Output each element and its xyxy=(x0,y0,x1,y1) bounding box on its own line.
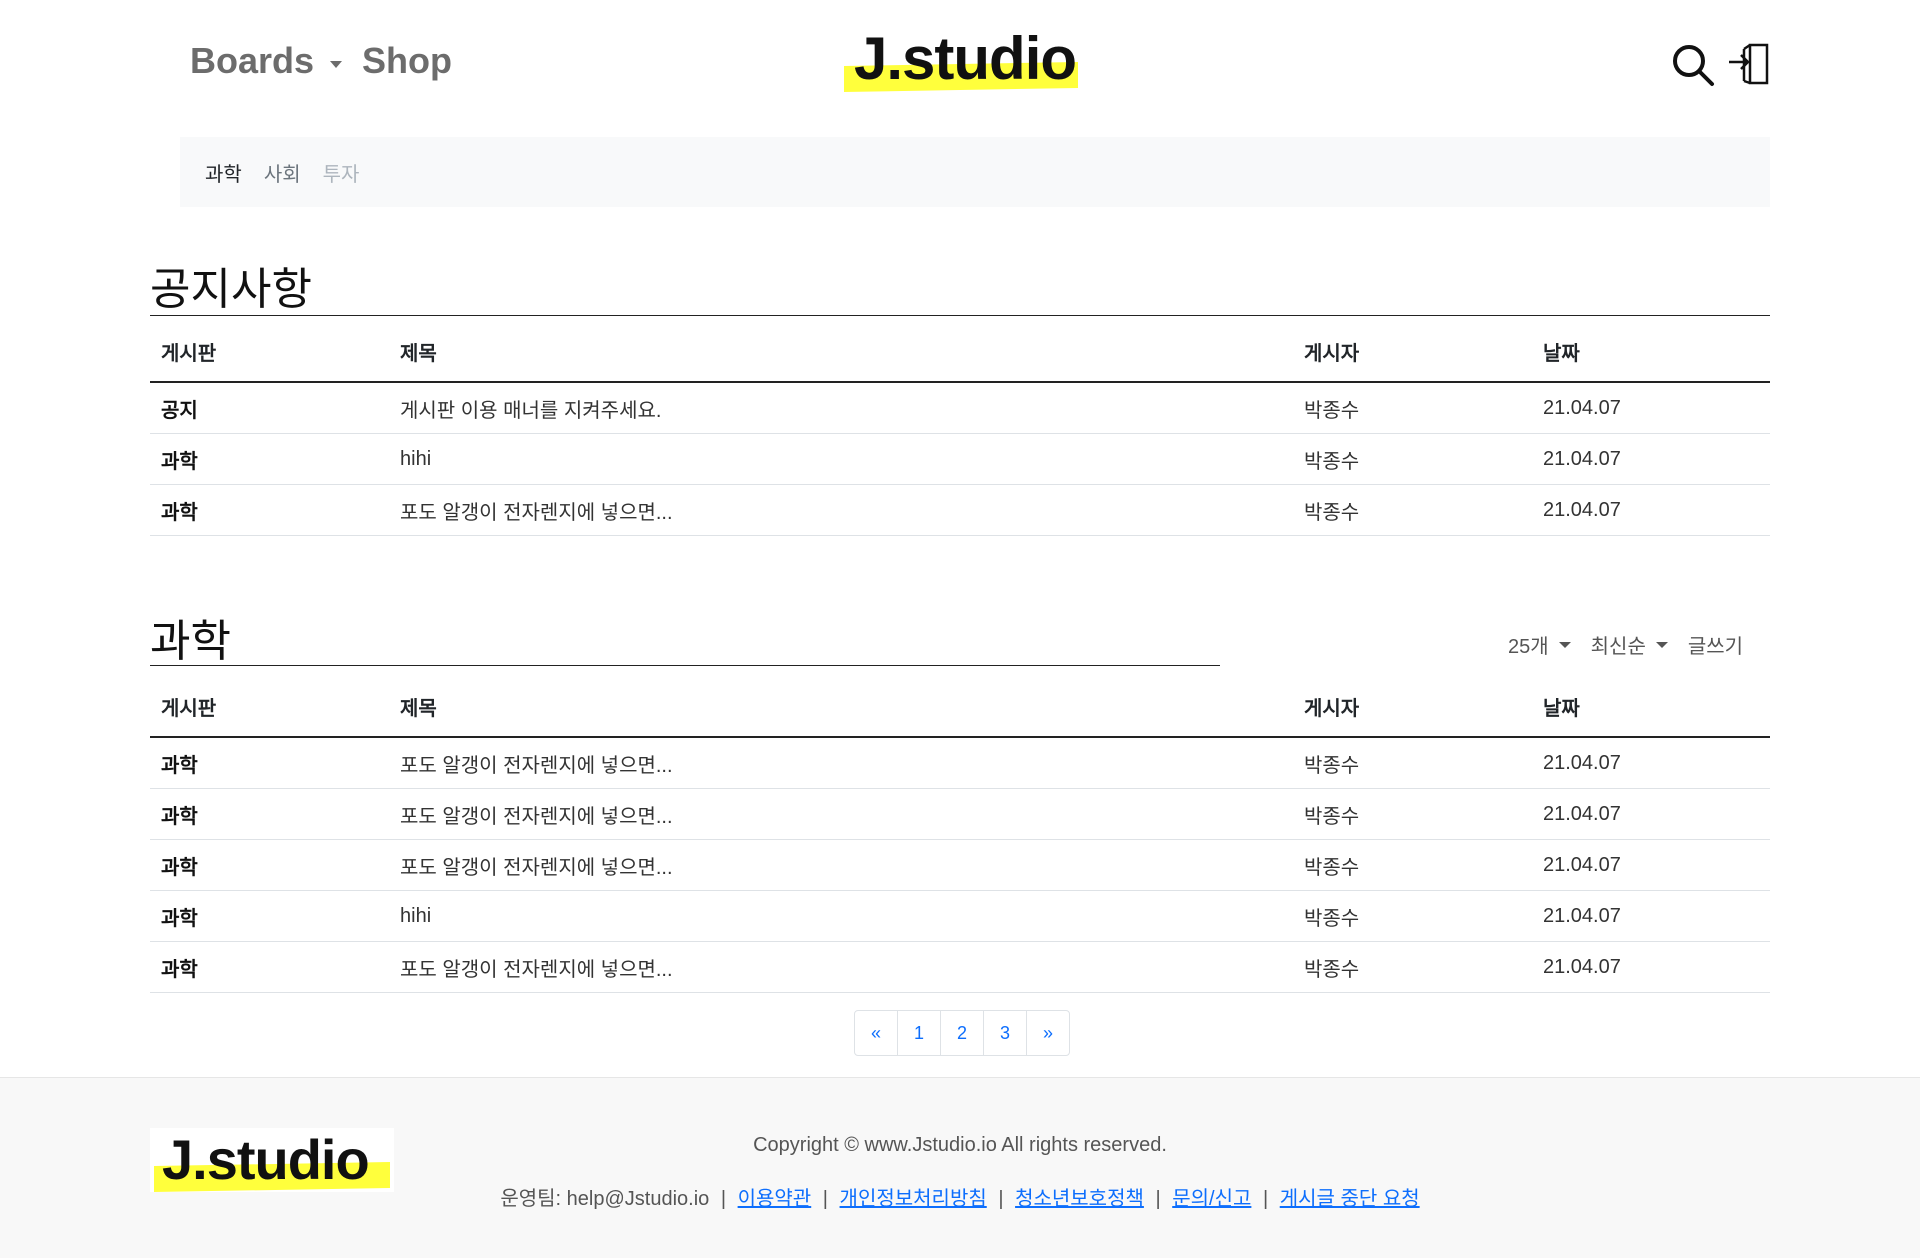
table-row[interactable]: 과학 hihi 박종수 21.04.07 xyxy=(150,890,1770,942)
logo-text: J.studio xyxy=(854,25,1077,92)
table-row[interactable]: 과학 포도 알갱이 전자렌지에 넣으면... 박종수 21.04.07 xyxy=(150,941,1770,993)
notice-title: 공지사항 xyxy=(150,265,312,314)
row-author: 박종수 xyxy=(1293,839,1532,891)
row-author: 박종수 xyxy=(1293,941,1532,993)
category-society[interactable]: 사회 xyxy=(264,158,301,187)
row-title-link[interactable]: 포도 알갱이 전자렌지에 넣으면... xyxy=(400,806,673,828)
column-header-title: 제목 xyxy=(389,321,1293,383)
science-title: 과학 xyxy=(150,617,231,666)
per-page-value: 25개 xyxy=(1508,636,1549,658)
row-title-link[interactable]: hihi xyxy=(400,448,431,470)
pagination-page-1[interactable]: 1 xyxy=(898,1011,941,1055)
category-investment[interactable]: 투자 xyxy=(323,158,360,187)
table-row[interactable]: 공지 게시판 이용 매너를 지켜주세요. 박종수 21.04.07 xyxy=(150,382,1770,434)
table-row[interactable]: 과학 hihi 박종수 21.04.07 xyxy=(150,433,1770,485)
notice-title-underline xyxy=(150,315,1770,316)
row-author: 박종수 xyxy=(1293,737,1532,789)
separator: | xyxy=(822,1188,828,1210)
column-header-date: 날짜 xyxy=(1532,676,1770,738)
row-author: 박종수 xyxy=(1293,484,1532,536)
science-table-header: 게시판 제목 게시자 날짜 xyxy=(150,676,1770,738)
row-date: 21.04.07 xyxy=(1532,433,1770,485)
row-author: 박종수 xyxy=(1293,890,1532,942)
notice-table-header: 게시판 제목 게시자 날짜 xyxy=(150,321,1770,383)
column-header-date: 날짜 xyxy=(1532,321,1770,383)
per-page-dropdown[interactable]: 25개 xyxy=(1508,630,1571,659)
sort-dropdown[interactable]: 최신순 xyxy=(1591,630,1668,659)
pagination-page-2[interactable]: 2 xyxy=(941,1011,984,1055)
main-nav: Boards Shop xyxy=(190,40,452,82)
row-date: 21.04.07 xyxy=(1532,839,1770,891)
pagination-next[interactable]: » xyxy=(1027,1011,1069,1055)
nav-boards-link[interactable]: Boards xyxy=(190,40,314,82)
row-board: 과학 xyxy=(150,890,389,942)
row-title-link[interactable]: 포도 알갱이 전자렌지에 넣으면... xyxy=(400,502,673,524)
science-table: 게시판 제목 게시자 날짜 과학 포도 알갱이 전자렌지에 넣으면... 박종수… xyxy=(150,676,1770,993)
row-author: 박종수 xyxy=(1293,788,1532,840)
pagination-page-3[interactable]: 3 xyxy=(984,1011,1027,1055)
column-header-title: 제목 xyxy=(389,676,1293,738)
row-date: 21.04.07 xyxy=(1532,890,1770,942)
copyright-text: Copyright © www.Jstudio.io All rights re… xyxy=(753,1134,1167,1156)
column-header-author: 게시자 xyxy=(1293,321,1532,383)
notice-table: 게시판 제목 게시자 날짜 공지 게시판 이용 매너를 지켜주세요. 박종수 2… xyxy=(150,321,1770,536)
row-date: 21.04.07 xyxy=(1532,484,1770,536)
row-date: 21.04.07 xyxy=(1532,737,1770,789)
login-icon[interactable] xyxy=(1728,42,1774,88)
row-title-link[interactable]: hihi xyxy=(400,905,431,927)
board-controls: 25개 최신순 글쓰기 xyxy=(1508,630,1743,659)
nav-shop-link[interactable]: Shop xyxy=(362,40,452,82)
column-header-author: 게시자 xyxy=(1293,676,1532,738)
pagination-prev[interactable]: « xyxy=(855,1011,898,1055)
row-date: 21.04.07 xyxy=(1532,941,1770,993)
footer: J.studio Copyright © www.Jstudio.io All … xyxy=(0,1077,1920,1258)
row-date: 21.04.07 xyxy=(1532,788,1770,840)
row-board: 과학 xyxy=(150,839,389,891)
row-title-link[interactable]: 게시판 이용 매너를 지켜주세요. xyxy=(400,400,661,422)
table-row[interactable]: 과학 포도 알갱이 전자렌지에 넣으면... 박종수 21.04.07 xyxy=(150,839,1770,891)
chevron-down-icon xyxy=(1655,641,1668,648)
separator: | xyxy=(1155,1188,1161,1210)
pagination: « 1 2 3 » xyxy=(854,1010,1070,1056)
chevron-down-icon[interactable] xyxy=(330,60,343,68)
row-board: 과학 xyxy=(150,788,389,840)
contact-report-link[interactable]: 문의/신고 xyxy=(1172,1188,1251,1210)
row-date: 21.04.07 xyxy=(1532,382,1770,434)
chevron-down-icon xyxy=(1558,641,1571,648)
row-board: 과학 xyxy=(150,484,389,536)
write-post-button[interactable]: 글쓰기 xyxy=(1688,630,1743,659)
post-takedown-link[interactable]: 게시글 중단 요청 xyxy=(1280,1188,1420,1210)
category-science[interactable]: 과학 xyxy=(205,158,242,187)
row-author: 박종수 xyxy=(1293,433,1532,485)
search-icon[interactable] xyxy=(1670,42,1716,88)
sort-value: 최신순 xyxy=(1590,636,1646,658)
row-board: 과학 xyxy=(150,941,389,993)
column-header-board: 게시판 xyxy=(150,676,389,738)
column-header-board: 게시판 xyxy=(150,321,389,383)
category-bar: 과학 사회 투자 xyxy=(180,137,1770,207)
table-row[interactable]: 과학 포도 알갱이 전자렌지에 넣으면... 박종수 21.04.07 xyxy=(150,484,1770,536)
row-title-link[interactable]: 포도 알갱이 전자렌지에 넣으면... xyxy=(400,959,673,981)
youth-protection-link[interactable]: 청소년보호정책 xyxy=(1015,1188,1144,1210)
row-title-link[interactable]: 포도 알갱이 전자렌지에 넣으면... xyxy=(400,857,673,879)
separator: | xyxy=(1262,1188,1269,1210)
row-title-link[interactable]: 포도 알갱이 전자렌지에 넣으면... xyxy=(400,755,673,777)
separator: | xyxy=(720,1188,727,1210)
contact-text: 운영팀: help@Jstudio.io xyxy=(500,1188,710,1210)
row-board: 과학 xyxy=(150,433,389,485)
science-title-underline xyxy=(150,665,1220,666)
table-row[interactable]: 과학 포도 알갱이 전자렌지에 넣으면... 박종수 21.04.07 xyxy=(150,788,1770,840)
row-board: 공지 xyxy=(150,382,389,434)
row-board: 과학 xyxy=(150,737,389,789)
table-row[interactable]: 과학 포도 알갱이 전자렌지에 넣으면... 박종수 21.04.07 xyxy=(150,737,1770,789)
terms-link[interactable]: 이용약관 xyxy=(738,1188,812,1210)
privacy-policy-link[interactable]: 개인정보처리방침 xyxy=(840,1188,987,1210)
separator: | xyxy=(998,1188,1004,1210)
footer-links: 운영팀: help@Jstudio.io | 이용약관 | 개인정보처리방침 |… xyxy=(0,1182,1920,1211)
row-author: 박종수 xyxy=(1293,382,1532,434)
site-logo[interactable]: J.studio xyxy=(844,25,1078,93)
